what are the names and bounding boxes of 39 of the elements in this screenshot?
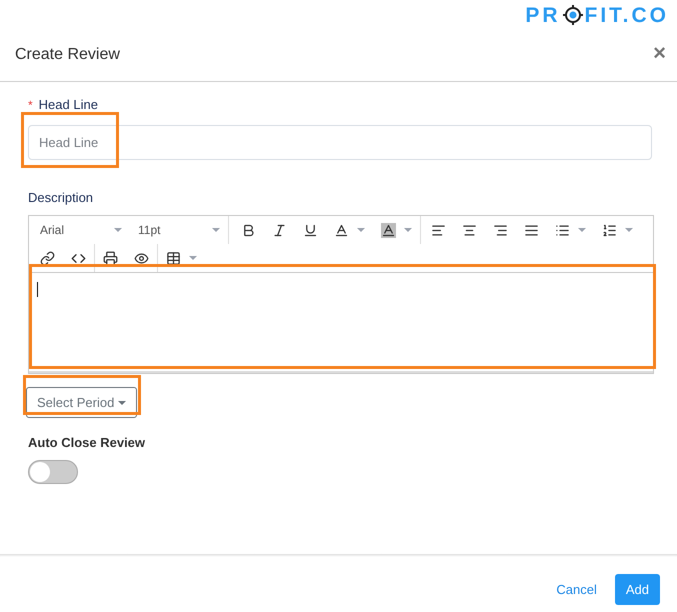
caret-icon [625, 228, 633, 232]
italic-icon [272, 222, 287, 238]
numbered-list-icon [602, 222, 617, 238]
align-left-icon [431, 222, 446, 238]
headline-field[interactable]: Head Line [28, 124, 652, 160]
headline-label: Head Line [38, 96, 98, 114]
size-select[interactable]: 11pt [130, 216, 228, 244]
caret-icon [118, 400, 126, 404]
align-center-icon [462, 222, 477, 238]
description-label: Description [28, 188, 94, 207]
caret-icon [357, 228, 365, 232]
dialog-title: Create Review [15, 44, 120, 64]
text-cursor [37, 282, 38, 297]
add-button[interactable]: Add [614, 574, 660, 605]
print-icon [103, 250, 118, 266]
justify-icon [524, 222, 539, 238]
caret-icon [404, 228, 412, 232]
caret-icon [114, 228, 122, 232]
highlight-icon [381, 222, 396, 238]
align-right-icon [493, 222, 508, 238]
caret-icon [212, 228, 220, 232]
underline-icon [303, 222, 318, 238]
text-color-icon [334, 222, 349, 238]
bullet-list-icon [555, 222, 570, 238]
auto-close-toggle[interactable] [28, 460, 78, 484]
caret-icon [578, 228, 586, 232]
link-icon [40, 250, 55, 266]
target-icon [562, 5, 582, 25]
preview-icon [134, 250, 149, 266]
period-dropdown[interactable]: Select Period [26, 387, 138, 418]
logo: PR FIT.CO [525, 4, 669, 26]
font-select[interactable]: Arial [32, 216, 130, 244]
bold-icon [241, 222, 256, 238]
caret-icon [189, 256, 197, 260]
table-icon [166, 250, 181, 266]
required-mark: * [28, 96, 33, 114]
auto-close-label: Auto Close Review [28, 434, 146, 452]
cancel-button[interactable]: Cancel [556, 580, 597, 600]
close-button[interactable]: × [653, 42, 666, 64]
